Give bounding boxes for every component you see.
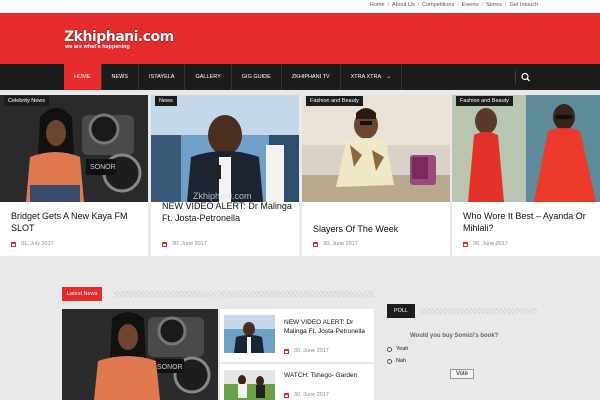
poll-option-label[interactable]: Nah <box>396 358 406 364</box>
article-date: 30, June 2017 <box>463 241 508 247</box>
calendar-icon <box>313 241 318 247</box>
featured-card[interactable]: SONOR Celebrity News Bridget Gets A New … <box>0 95 148 256</box>
top-bar: Home / About Us / Competitions / Events / St… <box>0 0 600 13</box>
date-text: 30, June 2017 <box>294 392 329 398</box>
svg-text:Zkhiphani.com: Zkhiphani.com <box>193 191 252 201</box>
top-link-about[interactable]: About Us <box>392 2 415 8</box>
latest-main-photo[interactable]: SONOR <box>62 309 218 400</box>
list-date: 30, June 2017 <box>284 392 329 398</box>
nav-item-zkhiphani-tv[interactable]: ZKHIPHANI TV <box>282 64 341 90</box>
top-link-competitions[interactable]: Competitions <box>422 2 454 8</box>
list-title[interactable]: WATCH: Tshego- Garden <box>284 371 372 380</box>
chevron-down-icon: ⌄ <box>386 74 391 80</box>
latest-news-header: Latest News <box>62 287 374 301</box>
featured-photo[interactable]: SONOR Celebrity News <box>0 95 148 202</box>
article-title[interactable]: NEW VIDEO ALERT: Dr Malinga Ft. Josta-Pe… <box>162 201 292 224</box>
calendar-icon <box>11 241 16 247</box>
calendar-icon <box>284 392 289 398</box>
nav-item-news[interactable]: NEWS <box>102 64 139 90</box>
calendar-icon <box>463 241 468 247</box>
radio-button[interactable] <box>387 346 392 352</box>
date-text: 30, June 2017 <box>473 241 508 247</box>
date-text: 30, June 2017 <box>323 241 358 247</box>
top-link-home[interactable]: Home <box>370 2 385 8</box>
nav-item-gallery[interactable]: GALLERY <box>185 64 232 90</box>
poll-header: POLL <box>387 304 537 318</box>
section-divider <box>114 291 374 297</box>
poll-option[interactable]: Yeah <box>387 346 408 352</box>
top-link-events[interactable]: Events <box>462 2 479 8</box>
featured-photo[interactable]: Zkhiphani.com News <box>151 95 299 202</box>
category-badge[interactable]: News <box>155 96 177 106</box>
top-link-stores[interactable]: Stores <box>486 2 502 8</box>
list-item[interactable]: NEW VIDEO ALERT: Dr Malinga Ft. Josta-Pe… <box>220 309 374 362</box>
poll-option[interactable]: Nah <box>387 358 406 364</box>
site-header: Zkhiphani.com we are what's happening <box>0 13 600 64</box>
featured-card[interactable]: Zkhiphani.com News NEW VIDEO ALERT: Dr M… <box>151 95 299 256</box>
article-date: 30, June 2017 <box>162 241 207 247</box>
article-title[interactable]: Slayers Of The Week <box>313 224 443 236</box>
poll-question: Would you buy Somizi's book? <box>410 333 499 339</box>
poll-option-label[interactable]: Yeah <box>396 346 408 352</box>
list-item[interactable]: WATCH: Tshego- Garden 30, June 2017 <box>220 364 374 400</box>
site-logo[interactable]: Zkhiphani.com we are what's happening <box>64 30 174 50</box>
date-text: 01, July 2017 <box>21 241 54 247</box>
separator: / <box>457 2 459 8</box>
nav-item-xtra-xtra[interactable]: XTRA XTRA ⌄ <box>341 64 402 90</box>
nav-item-home[interactable]: HOME <box>64 64 102 90</box>
svg-text:SONOR: SONOR <box>90 164 116 171</box>
search-button[interactable] <box>515 71 535 84</box>
category-badge[interactable]: Fashion and Beauty <box>306 96 363 106</box>
list-title[interactable]: NEW VIDEO ALERT: Dr Malinga Ft. Josta-Pe… <box>284 318 372 336</box>
featured-card[interactable]: Fashion and Beauty Who Wore It Best – Ay… <box>452 95 600 256</box>
featured-card[interactable]: Fashion and Beauty Slayers Of The Week 3… <box>302 95 450 256</box>
nav-item-istayela[interactable]: ISTAYELA <box>139 64 186 90</box>
article-date: 01, July 2017 <box>11 241 54 247</box>
article-date: 30, June 2017 <box>313 241 358 247</box>
logo-text: Zkhiphani.com <box>64 29 174 45</box>
date-text: 30, June 2017 <box>294 348 329 354</box>
category-badge[interactable]: Celebrity News <box>4 96 49 106</box>
svg-text:SONOR: SONOR <box>157 364 183 371</box>
nav-item-label: XTRA XTRA <box>350 74 381 80</box>
vote-button[interactable]: Vote <box>450 369 474 379</box>
calendar-icon <box>162 241 167 247</box>
separator: / <box>417 2 420 8</box>
search-icon <box>515 71 530 84</box>
nav-item-gig-guide[interactable]: GIG GUIDE <box>232 64 282 90</box>
featured-photo[interactable]: Fashion and Beauty <box>452 95 600 202</box>
separator: / <box>387 2 389 8</box>
separator: / <box>481 2 484 8</box>
article-title[interactable]: Bridget Gets A New Kaya FM SLOT <box>11 211 141 234</box>
section-divider <box>420 308 537 314</box>
poll-label: POLL <box>387 304 416 318</box>
main-nav: HOME NEWS ISTAYELA GALLERY GIG GUIDE ZKH… <box>0 64 600 90</box>
list-date: 30, June 2017 <box>284 348 329 354</box>
latest-news-label[interactable]: Latest News <box>62 287 103 301</box>
list-thumb[interactable] <box>224 315 275 353</box>
calendar-icon <box>284 348 289 354</box>
date-text: 30, June 2017 <box>172 241 207 247</box>
top-link-contact[interactable]: Get Intouch <box>510 2 538 8</box>
top-links: Home / About Us / Competitions / Events / St… <box>370 2 538 8</box>
article-title[interactable]: Who Wore It Best – Ayanda Or Mihlali? <box>463 211 593 234</box>
category-badge[interactable]: Fashion and Beauty <box>456 96 513 106</box>
featured-photo[interactable]: Fashion and Beauty <box>302 95 450 202</box>
separator: / <box>505 2 507 8</box>
list-thumb[interactable] <box>224 370 275 400</box>
radio-button[interactable] <box>387 358 392 364</box>
